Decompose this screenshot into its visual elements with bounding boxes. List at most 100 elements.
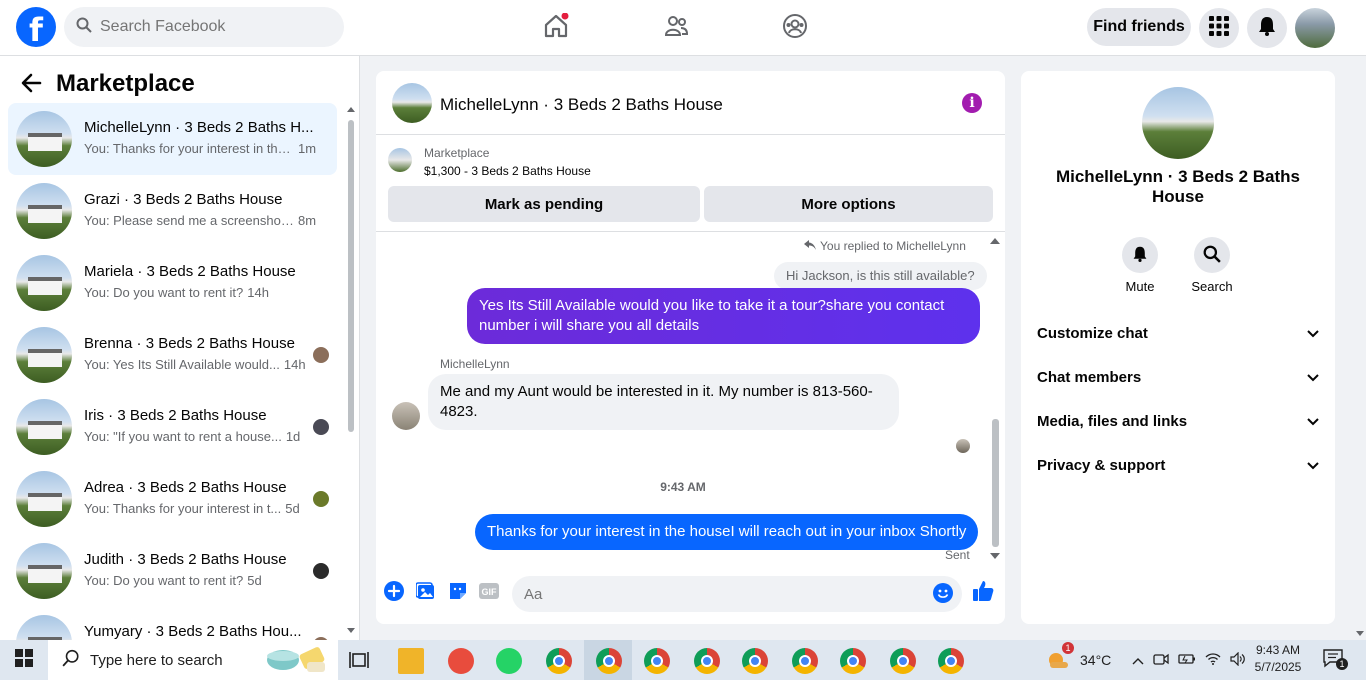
info-icon[interactable]: i <box>962 93 982 113</box>
groups-tab[interactable] <box>779 12 811 44</box>
home-tab[interactable] <box>540 12 572 44</box>
outgoing-message[interactable]: Yes Its Still Available would you like t… <box>467 288 980 344</box>
chrome-icon[interactable] <box>596 648 622 674</box>
sticker-button[interactable] <box>447 582 469 604</box>
seen-avatar <box>313 347 329 363</box>
search-box[interactable] <box>64 7 344 47</box>
conversation-preview: You: Do you want to rent it? <box>84 285 244 300</box>
conversation-preview: You: Do you want to rent it? <box>84 573 244 588</box>
task-view-button[interactable] <box>348 648 372 672</box>
listing-thumbnail[interactable] <box>388 148 412 172</box>
conversation-item[interactable]: Brenna · 3 Beds 2 Baths House You: Yes I… <box>8 319 337 391</box>
privacy-support-section[interactable]: Privacy & support <box>1037 443 1319 487</box>
find-friends-button[interactable]: Find friends <box>1087 8 1191 46</box>
mark-as-pending-button[interactable]: Mark as pending <box>388 186 700 222</box>
reply-indicator: You replied to MichelleLynn <box>804 239 966 253</box>
back-arrow-icon[interactable] <box>20 72 42 99</box>
search-input[interactable] <box>100 18 320 36</box>
chat-members-section[interactable]: Chat members <box>1037 355 1319 399</box>
plus-circle-icon <box>384 580 404 606</box>
battery-icon[interactable] <box>1178 652 1196 669</box>
groups-icon <box>782 13 808 44</box>
conversation-item[interactable]: Mariela · 3 Beds 2 Baths House You: Do y… <box>8 247 337 319</box>
emoji-button[interactable] <box>932 582 954 606</box>
search-icon <box>76 17 92 38</box>
conversation-time: 1d <box>285 429 301 444</box>
app-icon[interactable] <box>448 648 474 674</box>
message-status: Sent <box>945 548 970 562</box>
chat-avatar[interactable] <box>392 83 432 123</box>
incoming-message[interactable]: Me and my Aunt would be interested in it… <box>428 374 899 430</box>
chrome-icon[interactable] <box>742 648 768 674</box>
chrome-icon[interactable] <box>644 648 670 674</box>
like-button[interactable] <box>972 580 994 604</box>
section-label: Chat members <box>1037 368 1142 386</box>
conversation-item[interactable]: Yumyary · 3 Beds 2 Baths Hou... <box>8 607 337 640</box>
media-files-links-section[interactable]: Media, files and links <box>1037 399 1319 443</box>
system-clock[interactable]: 9:43 AM 5/7/2025 <box>1252 642 1304 676</box>
seen-avatar <box>313 491 329 507</box>
page-scrollbar[interactable] <box>1354 56 1366 640</box>
conversation-title: Mariela · 3 Beds 2 Baths House <box>84 263 296 280</box>
grid-menu-icon <box>1209 15 1229 41</box>
mute-button[interactable]: Mute <box>1110 237 1170 294</box>
meet-icon[interactable] <box>1153 652 1169 669</box>
conversation-list-scrollbar[interactable] <box>347 106 355 634</box>
taskbar-search[interactable]: Type here to search <box>48 640 338 680</box>
customize-chat-section[interactable]: Customize chat <box>1037 311 1319 355</box>
chrome-icon[interactable] <box>938 648 964 674</box>
search-highlight-icon <box>263 642 335 678</box>
conversation-item[interactable]: Iris · 3 Beds 2 Baths House You: "If you… <box>8 391 337 463</box>
conversation-title: Iris · 3 Beds 2 Baths House <box>84 407 267 424</box>
facebook-logo[interactable]: f <box>16 7 56 47</box>
whatsapp-icon[interactable] <box>496 648 522 674</box>
chrome-icon[interactable] <box>792 648 818 674</box>
photo-button[interactable] <box>415 581 437 604</box>
seen-avatar <box>956 439 970 453</box>
volume-icon[interactable] <box>1230 651 1246 669</box>
section-label: Privacy & support <box>1037 456 1166 474</box>
notifications-button[interactable] <box>1247 8 1287 48</box>
conversation-item[interactable]: MichelleLynn · 3 Beds 2 Baths H... You: … <box>8 103 337 175</box>
details-avatar[interactable] <box>1142 87 1214 159</box>
file-explorer-icon[interactable] <box>398 648 424 674</box>
chrome-icon[interactable] <box>546 648 572 674</box>
bell-icon <box>1257 16 1277 41</box>
start-button[interactable] <box>0 640 48 680</box>
listing-thumbnail <box>16 183 72 239</box>
chrome-icon[interactable] <box>890 648 916 674</box>
notification-center-button[interactable]: 1 <box>1322 648 1348 672</box>
chevron-down-icon <box>1307 413 1319 430</box>
outgoing-message[interactable]: Thanks for your interest in the houseI w… <box>475 514 979 550</box>
chrome-icon[interactable] <box>840 648 866 674</box>
listing-description[interactable]: $1,300 - 3 Beds 2 Baths House <box>424 164 591 178</box>
conversation-item[interactable]: Grazi · 3 Beds 2 Baths House You: Please… <box>8 175 337 247</box>
listing-thumbnail <box>16 471 72 527</box>
chrome-icon[interactable] <box>694 648 720 674</box>
conversation-preview: You: Thanks for your interest in the... <box>84 141 294 156</box>
chevron-up-icon[interactable] <box>1132 653 1144 668</box>
conversation-time: 5d <box>247 573 262 588</box>
chat-scrollbar[interactable] <box>989 237 1001 561</box>
conversation-item[interactable]: Adrea · 3 Beds 2 Baths House You: Thanks… <box>8 463 337 535</box>
quoted-message[interactable]: Hi Jackson, is this still available? <box>774 262 987 290</box>
chat-title[interactable]: MichelleLynn · 3 Beds 2 Baths House <box>440 95 723 115</box>
add-attachment-button[interactable] <box>383 580 405 606</box>
conversation-preview: You: Thanks for your interest in t... <box>84 501 282 516</box>
chat-panel: MichelleLynn · 3 Beds 2 Baths House i Ma… <box>376 71 1005 624</box>
more-options-button[interactable]: More options <box>704 186 993 222</box>
message-input[interactable] <box>512 576 962 612</box>
section-label: Media, files and links <box>1037 412 1188 430</box>
search-in-conversation-button[interactable]: Search <box>1182 237 1242 294</box>
profile-avatar[interactable] <box>1295 8 1335 48</box>
conversation-title: MichelleLynn · 3 Beds 2 Baths H... <box>84 119 314 136</box>
conversation-list-panel: Marketplace MichelleLynn · 3 Beds 2 Bath… <box>0 56 360 640</box>
friends-tab[interactable] <box>660 12 692 44</box>
gif-button[interactable]: GIF <box>478 582 500 604</box>
menu-button[interactable] <box>1199 8 1239 48</box>
weather-widget[interactable]: 1 34°C <box>1046 640 1111 680</box>
gif-icon: GIF <box>479 582 499 605</box>
sender-avatar[interactable] <box>392 402 420 430</box>
conversation-item[interactable]: Judith · 3 Beds 2 Baths House You: Do yo… <box>8 535 337 607</box>
wifi-icon[interactable] <box>1205 652 1221 669</box>
